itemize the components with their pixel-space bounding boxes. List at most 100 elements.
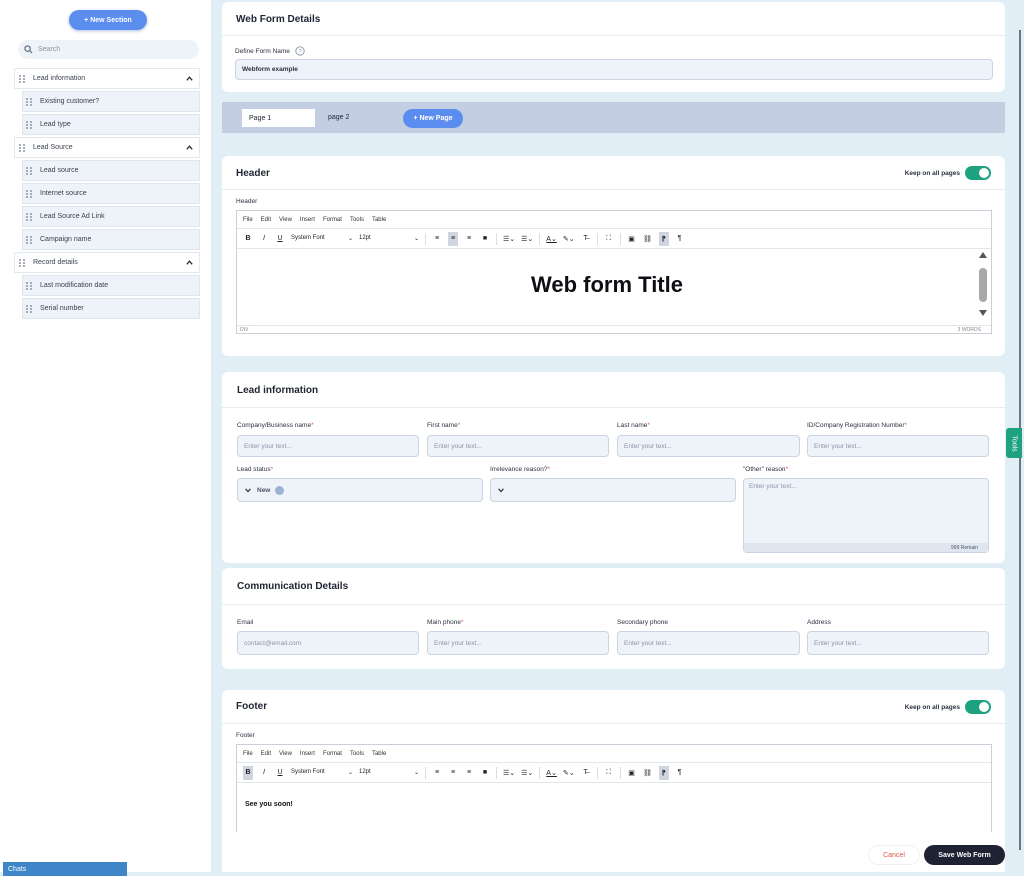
menu-view[interactable]: View	[279, 751, 292, 757]
align-center-icon[interactable]: ≡	[448, 766, 458, 780]
highlight-icon[interactable]: ✎⌄	[563, 232, 575, 246]
sidebar-group-record-details[interactable]: Record details	[14, 252, 200, 273]
irrelevance-reason-select[interactable]	[490, 478, 736, 502]
remove-tag-icon[interactable]	[275, 485, 285, 495]
address-input[interactable]: Enter your text...	[807, 631, 989, 655]
numbered-list-icon[interactable]: ☰⌄	[521, 232, 533, 246]
sidebar-item[interactable]: Campaign name	[22, 229, 200, 250]
save-web-form-button[interactable]: Save Web Form	[924, 845, 1005, 865]
menu-tools[interactable]: Tools	[350, 217, 364, 223]
sidebar-item[interactable]: Last modification date	[22, 275, 200, 296]
bold-button[interactable]: B	[243, 765, 253, 780]
help-icon[interactable]: ?	[295, 46, 305, 56]
align-center-icon[interactable]: ≡	[448, 231, 458, 246]
align-right-icon[interactable]: ≡	[464, 232, 474, 246]
chats-tab[interactable]: Chats	[3, 862, 127, 876]
last-name-input[interactable]: Enter your text...	[617, 435, 800, 457]
drag-handle-icon[interactable]	[26, 97, 32, 106]
drag-handle-icon[interactable]	[26, 281, 32, 290]
clear-format-icon[interactable]: T̶	[581, 232, 591, 246]
align-left-icon[interactable]: ≡	[432, 232, 442, 246]
menu-tools[interactable]: Tools	[350, 751, 364, 757]
image-icon[interactable]: ▣	[627, 766, 637, 780]
image-icon[interactable]: ▣	[627, 232, 637, 246]
sidebar-group-lead-information[interactable]: Lead information	[14, 68, 200, 89]
font-size-select[interactable]: 12pt ⌄	[359, 235, 419, 242]
menu-file[interactable]: File	[243, 217, 253, 223]
underline-button[interactable]: U	[275, 766, 285, 780]
menu-view[interactable]: View	[279, 217, 292, 223]
lead-status-select[interactable]: New	[237, 478, 483, 502]
font-family-select[interactable]: System Font ⌄	[291, 769, 353, 776]
chevron-up-icon[interactable]	[185, 74, 194, 83]
link-icon[interactable]: ⛓	[643, 766, 653, 780]
field-insert-icon[interactable]: ⁋	[658, 765, 669, 780]
italic-button[interactable]: I	[259, 232, 269, 246]
drag-handle-icon[interactable]	[26, 304, 32, 313]
scroll-down-icon[interactable]	[978, 309, 988, 317]
underline-button[interactable]: U	[275, 232, 285, 246]
drag-handle-icon[interactable]	[26, 235, 32, 244]
tab-page-2[interactable]: page 2	[328, 114, 349, 121]
bold-button[interactable]: B	[243, 232, 253, 246]
new-page-button[interactable]: + New Page	[403, 109, 463, 128]
paragraph-marks-icon[interactable]: ¶	[675, 766, 685, 780]
drag-handle-icon[interactable]	[19, 143, 25, 152]
drag-handle-icon[interactable]	[26, 166, 32, 175]
drag-handle-icon[interactable]	[19, 74, 25, 83]
tools-tab[interactable]: Tools	[1006, 428, 1022, 458]
menu-format[interactable]: Format	[323, 217, 342, 223]
sidebar-item[interactable]: Lead Source Ad Link	[22, 206, 200, 227]
align-justify-icon[interactable]: ■	[480, 232, 490, 246]
menu-insert[interactable]: Insert	[300, 751, 315, 757]
drag-handle-icon[interactable]	[19, 258, 25, 267]
sidebar-item[interactable]: Existing customer?	[22, 91, 200, 112]
menu-insert[interactable]: Insert	[300, 217, 315, 223]
drag-handle-icon[interactable]	[26, 212, 32, 221]
editor-scrollbar[interactable]	[978, 251, 988, 317]
font-size-select[interactable]: 12pt ⌄	[359, 769, 419, 776]
font-family-select[interactable]: System Font ⌄	[291, 235, 353, 242]
sidebar-item[interactable]: Serial number	[22, 298, 200, 319]
first-name-input[interactable]: Enter your text...	[427, 435, 609, 457]
menu-edit[interactable]: Edit	[261, 751, 271, 757]
link-icon[interactable]: ⛓	[643, 232, 653, 246]
align-right-icon[interactable]: ≡	[464, 766, 474, 780]
sidebar-item[interactable]: Lead type	[22, 114, 200, 135]
clear-format-icon[interactable]: T̶	[581, 766, 591, 780]
align-justify-icon[interactable]: ■	[480, 766, 490, 780]
field-insert-icon[interactable]: ⁋	[658, 231, 669, 246]
text-color-icon[interactable]: A⌄	[546, 766, 557, 780]
sidebar-item[interactable]: Lead source	[22, 160, 200, 181]
other-reason-textarea[interactable]: Enter your text... 999 Remain	[743, 478, 989, 553]
fullscreen-icon[interactable]: ⛶	[604, 766, 614, 780]
menu-table[interactable]: Table	[372, 217, 386, 223]
text-color-icon[interactable]: A⌄	[546, 232, 557, 246]
drag-handle-icon[interactable]	[26, 189, 32, 198]
sidebar-item[interactable]: Internet source	[22, 183, 200, 204]
sidebar-group-lead-source[interactable]: Lead Source	[14, 137, 200, 158]
paragraph-marks-icon[interactable]: ¶	[675, 232, 685, 246]
form-name-input[interactable]: Webform example	[235, 59, 993, 80]
tab-page-1[interactable]: Page 1	[242, 109, 315, 127]
fullscreen-icon[interactable]: ⛶	[604, 232, 614, 246]
sidebar-search-input[interactable]: Search	[18, 40, 199, 59]
cancel-button[interactable]: Cancel	[868, 845, 920, 865]
chevron-up-icon[interactable]	[185, 258, 194, 267]
company-registration-input[interactable]: Enter your text...	[807, 435, 989, 457]
scroll-thumb[interactable]	[979, 268, 987, 302]
menu-format[interactable]: Format	[323, 751, 342, 757]
drag-handle-icon[interactable]	[26, 120, 32, 129]
main-phone-input[interactable]: Enter your text...	[427, 631, 609, 655]
highlight-icon[interactable]: ✎⌄	[563, 766, 575, 780]
menu-file[interactable]: File	[243, 751, 253, 757]
align-left-icon[interactable]: ≡	[432, 766, 442, 780]
keep-on-all-pages-toggle[interactable]	[965, 700, 991, 714]
secondary-phone-input[interactable]: Enter your text...	[617, 631, 800, 655]
menu-table[interactable]: Table	[372, 751, 386, 757]
bullet-list-icon[interactable]: ☰⌄	[503, 232, 515, 246]
bullet-list-icon[interactable]: ☰⌄	[503, 766, 515, 780]
header-editor-body[interactable]: Web form Title	[237, 249, 991, 319]
keep-on-all-pages-toggle[interactable]	[965, 166, 991, 180]
company-name-input[interactable]: Enter your text...	[237, 435, 419, 457]
